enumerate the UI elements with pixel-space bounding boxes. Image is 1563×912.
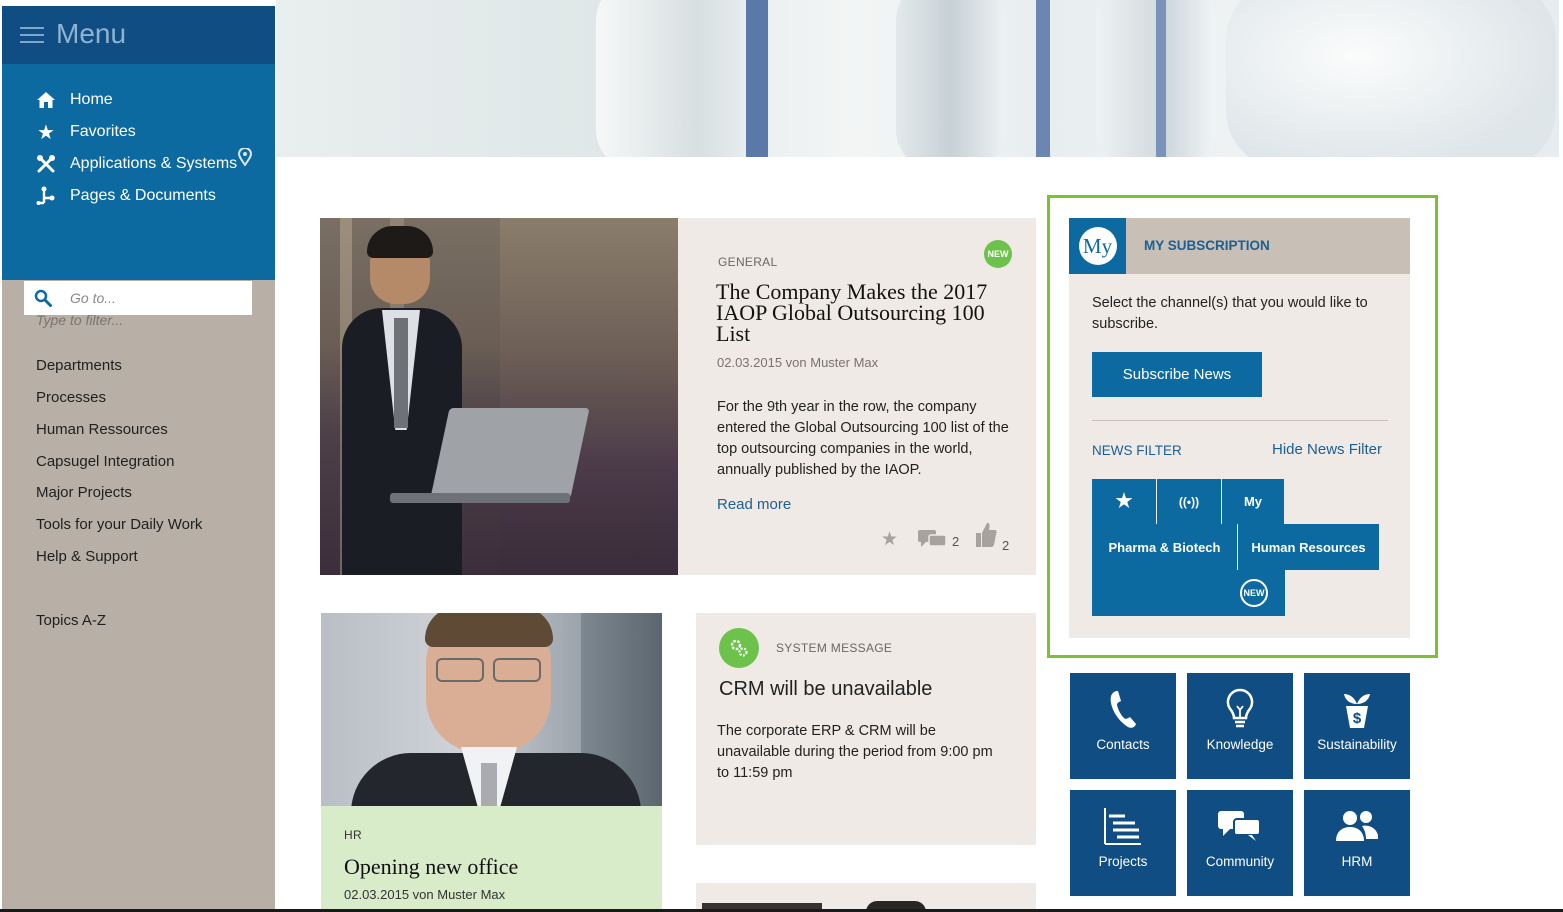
- goto-search[interactable]: [24, 281, 252, 315]
- filter-new-chip[interactable]: NEW: [1092, 570, 1285, 616]
- tile-contacts[interactable]: Contacts: [1070, 673, 1176, 779]
- tile-label-knowledge: Knowledge: [1206, 737, 1274, 752]
- home-icon: [34, 90, 58, 110]
- system-title[interactable]: CRM will be unavailable: [719, 678, 932, 701]
- tile-label-projects: Projects: [1098, 854, 1148, 869]
- favorite-star-icon[interactable]: ★: [881, 528, 898, 551]
- plant-money-icon: $: [1304, 687, 1410, 731]
- dept-link-help[interactable]: Help & Support: [36, 548, 138, 565]
- location-pin-icon[interactable]: [237, 147, 253, 171]
- goto-input[interactable]: [68, 289, 232, 307]
- hamburger-icon[interactable]: [20, 27, 44, 43]
- dept-link-human-ressources[interactable]: Human Ressources: [36, 421, 168, 438]
- nav-label-applications: Applications & Systems: [70, 155, 238, 172]
- tile-hrm[interactable]: HRM: [1304, 790, 1410, 896]
- hr-title[interactable]: Opening new office: [344, 856, 518, 878]
- main-nav: Home ★ Favorites Applications & Systems …: [2, 64, 275, 315]
- nav-item-applications[interactable]: Applications & Systems: [34, 152, 237, 176]
- dept-link-departments[interactable]: Departments: [36, 357, 122, 374]
- feature-category: GENERAL: [718, 255, 778, 269]
- system-body: The corporate ERP & CRM will be unavaila…: [717, 723, 993, 781]
- comments-count: 2: [952, 534, 960, 549]
- dept-link-capsugel[interactable]: Capsugel Integration: [36, 453, 174, 470]
- filter-hr-chip[interactable]: Human Resources: [1238, 524, 1380, 570]
- sitemap-icon: [34, 186, 58, 206]
- tile-label-contacts: Contacts: [1096, 737, 1150, 752]
- tile-label-hrm: HRM: [1341, 854, 1373, 869]
- nav-item-favorites[interactable]: ★ Favorites: [34, 120, 136, 144]
- nav-item-home[interactable]: Home: [34, 88, 113, 112]
- feature-title[interactable]: The Company Makes the 2017 IAOP Global O…: [716, 281, 1021, 345]
- tile-knowledge[interactable]: Knowledge: [1187, 673, 1293, 779]
- star-icon: ★: [37, 121, 55, 144]
- hero-banner-image: [276, 0, 1559, 157]
- filter-broadcast-chip[interactable]: ((•)): [1157, 479, 1222, 524]
- new-badge: NEW: [1240, 579, 1268, 607]
- my-logo-icon: My: [1078, 227, 1117, 265]
- tile-label-community: Community: [1205, 854, 1275, 869]
- subscribe-news-button[interactable]: Subscribe News: [1092, 352, 1262, 397]
- filter-input[interactable]: Type to filter...: [36, 312, 123, 328]
- tools-icon: [34, 154, 58, 174]
- subscription-divider: [1092, 420, 1388, 421]
- filter-favorites-chip[interactable]: ★: [1092, 479, 1157, 524]
- tile-label-sustainability: Sustainability: [1317, 737, 1397, 752]
- dept-link-major-projects[interactable]: Major Projects: [36, 484, 132, 501]
- comments-counter[interactable]: 2: [918, 530, 959, 553]
- filter-my-chip[interactable]: My: [1222, 479, 1285, 524]
- menu-title: Menu: [56, 18, 127, 49]
- dept-link-processes[interactable]: Processes: [36, 389, 106, 406]
- search-icon: [34, 289, 52, 307]
- feature-meta: 02.03.2015 von Muster Max: [717, 355, 879, 370]
- system-category: SYSTEM MESSAGE: [776, 641, 893, 655]
- subscription-title: MY SUBSCRIPTION: [1144, 238, 1270, 253]
- phone-icon: [1070, 687, 1176, 731]
- new-badge: NEW: [984, 240, 1012, 268]
- nav-label-favorites: Favorites: [70, 123, 136, 140]
- news-filter-label: NEWS FILTER: [1092, 443, 1182, 458]
- gears-icon: [719, 628, 759, 668]
- hr-meta: 02.03.2015 von Muster Max: [344, 887, 506, 902]
- hide-news-filter-link[interactable]: Hide News Filter: [1272, 441, 1382, 458]
- tile-community[interactable]: Community: [1187, 790, 1293, 896]
- likes-counter[interactable]: 2: [974, 520, 1009, 553]
- feature-article-image[interactable]: [320, 218, 678, 575]
- star-icon: ★: [1115, 491, 1133, 512]
- next-card-preview[interactable]: [696, 883, 1036, 912]
- tile-projects[interactable]: Projects: [1070, 790, 1176, 896]
- menu-header[interactable]: Menu: [2, 6, 275, 64]
- my-avatar-box: My: [1069, 218, 1126, 274]
- hr-article-image[interactable]: [321, 613, 662, 806]
- users-icon: [1304, 804, 1410, 848]
- chat-icon: [1187, 804, 1293, 848]
- nav-item-pages[interactable]: Pages & Documents: [34, 184, 216, 208]
- likes-count: 2: [1002, 538, 1010, 553]
- broadcast-icon: ((•)): [1178, 494, 1200, 509]
- hr-category: HR: [344, 828, 362, 842]
- feature-article-card: GENERAL NEW The Company Makes the 2017 I…: [678, 218, 1036, 575]
- filter-pharma-chip[interactable]: Pharma & Biotech: [1092, 524, 1238, 570]
- feature-body: For the 9th year in the row, the company…: [717, 399, 1009, 478]
- system-message-card: SYSTEM MESSAGE CRM will be unavailable T…: [696, 613, 1036, 845]
- subscription-intro: Select the channel(s) that you would lik…: [1092, 295, 1368, 332]
- read-more-link[interactable]: Read more: [717, 496, 791, 513]
- topics-a-z-link[interactable]: Topics A-Z: [36, 612, 106, 629]
- dept-link-tools[interactable]: Tools for your Daily Work: [36, 516, 202, 533]
- tile-sustainability[interactable]: $ Sustainability: [1304, 673, 1410, 779]
- lightbulb-icon: [1187, 687, 1293, 731]
- svg-text:$: $: [1353, 710, 1362, 727]
- nav-label-home: Home: [70, 91, 113, 108]
- comments-icon: [918, 530, 948, 553]
- thumbs-up-icon: [974, 520, 998, 553]
- nav-label-pages: Pages & Documents: [70, 187, 216, 204]
- sidebar: Menu Home ★ Favorites Applications & Sys…: [2, 6, 275, 912]
- hr-article-card: HR Opening new office 02.03.2015 von Mus…: [321, 806, 662, 912]
- list-icon: [1070, 804, 1176, 848]
